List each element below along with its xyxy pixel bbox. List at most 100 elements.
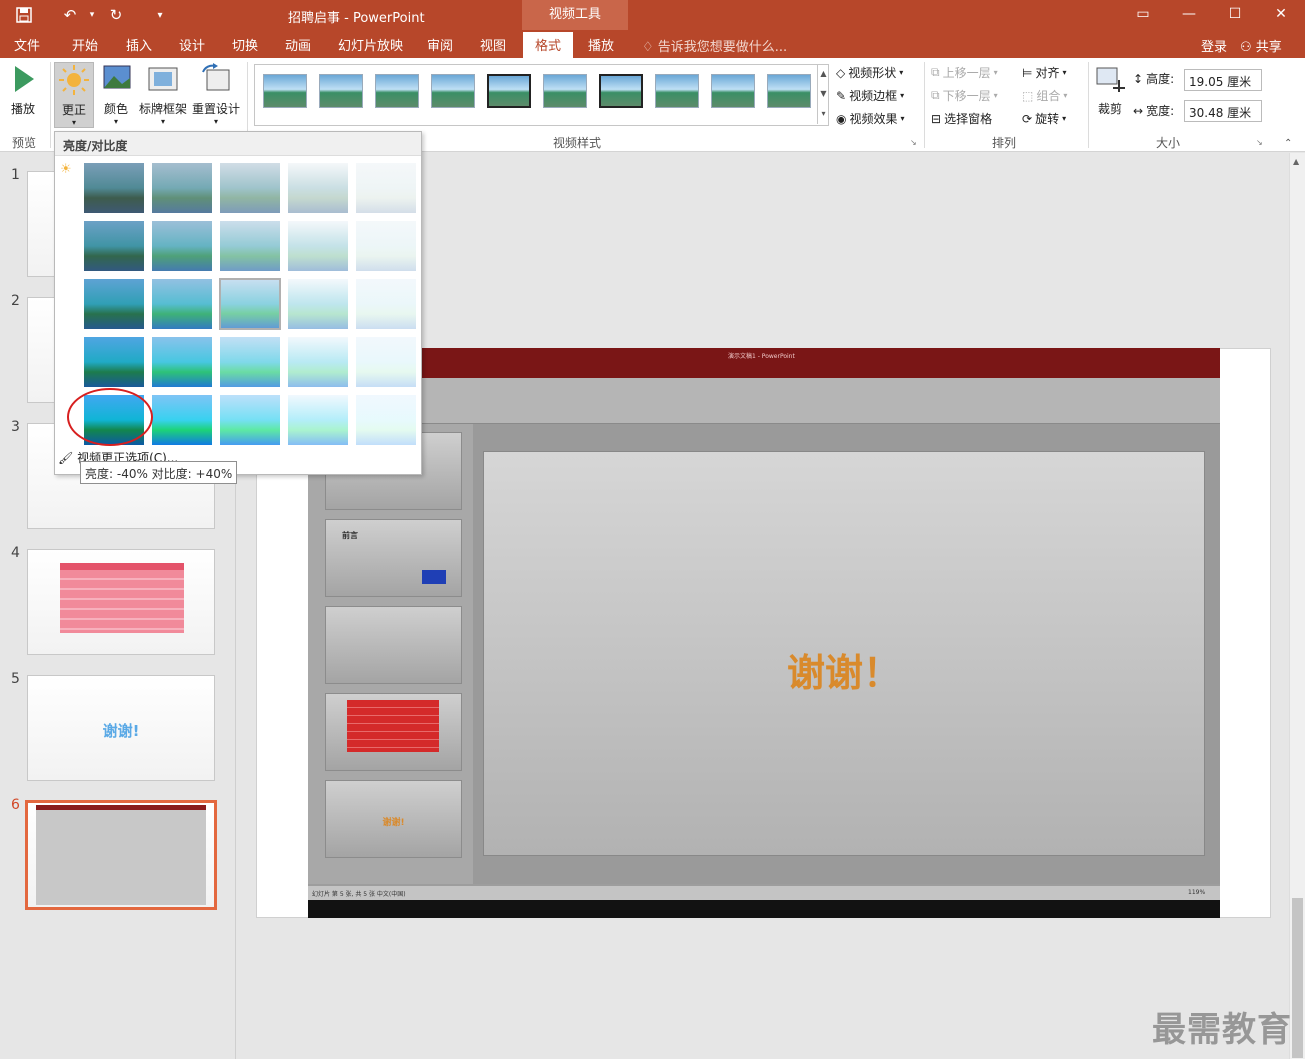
tab-slideshow[interactable]: 幻灯片放映: [338, 35, 403, 54]
correction-preset-thumb[interactable]: [151, 394, 213, 446]
gallery-scroll-down[interactable]: ▼: [817, 84, 829, 104]
chevron-down-icon: ▾: [213, 117, 218, 126]
chevron-down-icon: ▾: [900, 114, 905, 123]
scrollbar-thumb[interactable]: [1292, 898, 1303, 1058]
gallery-more-button[interactable]: ▾: [817, 104, 829, 124]
correction-preset-thumb[interactable]: [287, 394, 349, 446]
video-style-thumb[interactable]: [599, 74, 643, 108]
video-style-thumb[interactable]: [655, 74, 699, 108]
height-spinner[interactable]: 19.05 厘米: [1184, 69, 1262, 91]
correction-preset-thumb[interactable]: [355, 394, 417, 446]
share-button[interactable]: ⚇ 共享: [1240, 36, 1282, 55]
video-style-thumb[interactable]: [319, 74, 363, 108]
close-button[interactable]: ✕: [1258, 0, 1304, 30]
tab-home[interactable]: 开始: [72, 35, 98, 54]
video-status-bar: 幻灯片 第 5 张, 共 5 张 中文(中国) 119%: [308, 886, 1220, 900]
video-styles-dialog-launcher[interactable]: ↘: [910, 138, 917, 147]
scroll-up-icon[interactable]: ▲: [1293, 157, 1299, 166]
video-style-thumb[interactable]: [263, 74, 307, 108]
send-backward-button[interactable]: ⧉ 下移一层 ▾: [931, 87, 998, 104]
minimize-button[interactable]: —: [1166, 0, 1212, 30]
correction-preset-thumb[interactable]: [287, 162, 349, 214]
video-shape-button[interactable]: ◇ 视频形状 ▾: [836, 64, 903, 81]
correction-preset-thumb[interactable]: [287, 220, 349, 272]
gallery-scroll-up[interactable]: ▲: [817, 64, 829, 84]
tab-transitions[interactable]: 切换: [232, 35, 258, 54]
tab-format[interactable]: 格式: [523, 32, 574, 58]
align-button[interactable]: ⊨ 对齐 ▾: [1022, 64, 1066, 81]
correction-preset-thumb[interactable]: [219, 220, 281, 272]
tab-animations[interactable]: 动画: [285, 35, 311, 54]
redo-icon[interactable]: ↻: [104, 4, 128, 26]
video-style-thumb[interactable]: [711, 74, 755, 108]
correction-preset-thumb[interactable]: [219, 162, 281, 214]
video-style-thumb[interactable]: [431, 74, 475, 108]
correction-preset-thumb[interactable]: [83, 162, 145, 214]
pen-border-icon: ✎: [836, 88, 847, 103]
video-style-thumb[interactable]: [487, 74, 531, 108]
corrections-button[interactable]: 更正 ▾: [54, 62, 94, 128]
video-border-button[interactable]: ✎ 视频边框 ▾: [836, 87, 904, 104]
collapse-ribbon-icon[interactable]: ⌃: [1284, 138, 1292, 149]
video-thumb-title: 前言: [342, 531, 358, 540]
save-icon[interactable]: [12, 4, 36, 26]
slide-thumbnail-4[interactable]: [27, 549, 215, 655]
ribbon-display-options-icon[interactable]: ▭: [1120, 0, 1166, 30]
chevron-down-icon: ▾: [1063, 91, 1068, 100]
video-styles-gallery[interactable]: [254, 64, 829, 126]
crop-icon: [1096, 67, 1125, 92]
tab-design[interactable]: 设计: [179, 35, 205, 54]
reset-design-button[interactable]: 重置设计 ▾: [191, 62, 241, 126]
video-style-thumb[interactable]: [543, 74, 587, 108]
vertical-scrollbar[interactable]: ▲: [1289, 153, 1305, 1059]
slide-thumbnail-6[interactable]: [25, 800, 217, 910]
correction-preset-thumb[interactable]: [219, 278, 281, 330]
correction-preset-thumb[interactable]: [151, 336, 213, 388]
maximize-button[interactable]: ☐: [1212, 0, 1258, 30]
slide-thumbnail-5[interactable]: 谢谢!: [27, 675, 215, 781]
rotate-button[interactable]: ⟳ 旋转 ▾: [1022, 110, 1066, 127]
correction-preset-thumb[interactable]: [355, 220, 417, 272]
group-objects-button[interactable]: ⬚ 组合 ▾: [1022, 87, 1067, 104]
tab-playback[interactable]: 播放: [588, 35, 614, 54]
crop-button[interactable]: 裁剪: [1093, 62, 1127, 117]
correction-preset-thumb[interactable]: [151, 278, 213, 330]
customize-qat-icon[interactable]: ▾: [148, 4, 172, 26]
shape-icon: ◇: [836, 65, 846, 80]
video-slide-thumb: [325, 606, 462, 684]
correction-preset-thumb[interactable]: [355, 336, 417, 388]
embedded-video[interactable]: 演示文稿1 - PowerPoint 前言 谢谢! 谢谢！ 幻灯片 第 5 张,…: [308, 348, 1220, 918]
correction-preset-thumb[interactable]: [287, 336, 349, 388]
tell-me-search[interactable]: ♢ 告诉我您想要做什么...: [642, 36, 787, 55]
width-spinner[interactable]: 30.48 厘米: [1184, 100, 1262, 122]
video-style-thumb[interactable]: [375, 74, 419, 108]
video-effects-button[interactable]: ◉ 视频效果 ▾: [836, 110, 905, 127]
tab-insert[interactable]: 插入: [126, 35, 152, 54]
video-slide: 谢谢！: [483, 451, 1205, 856]
tab-file[interactable]: 文件: [14, 35, 40, 54]
correction-preset-thumb[interactable]: [151, 220, 213, 272]
correction-preset-thumb[interactable]: [219, 336, 281, 388]
lightbulb-icon: ♢: [642, 40, 658, 55]
tab-view[interactable]: 视图: [480, 35, 506, 54]
undo-icon[interactable]: ↶: [58, 4, 82, 26]
poster-frame-button[interactable]: 标牌框架 ▾: [137, 62, 189, 126]
correction-preset-thumb[interactable]: [83, 336, 145, 388]
correction-preset-thumb[interactable]: [83, 220, 145, 272]
correction-preset-thumb[interactable]: [355, 162, 417, 214]
tab-review[interactable]: 审阅: [427, 35, 453, 54]
bring-forward-button[interactable]: ⧉ 上移一层 ▾: [931, 64, 998, 81]
color-button[interactable]: 颜色 ▾: [100, 62, 132, 126]
size-dialog-launcher[interactable]: ↘: [1256, 138, 1263, 147]
correction-preset-thumb[interactable]: [83, 278, 145, 330]
selection-pane-button[interactable]: ⊟ 选择窗格: [931, 110, 992, 127]
sign-in-link[interactable]: 登录: [1201, 36, 1227, 55]
correction-preset-thumb[interactable]: [219, 394, 281, 446]
video-style-thumb[interactable]: [767, 74, 811, 108]
undo-dropdown-icon[interactable]: ▾: [80, 4, 104, 26]
correction-preset-thumb[interactable]: [355, 278, 417, 330]
play-button[interactable]: 播放: [6, 62, 40, 117]
slide-number: 2: [11, 293, 20, 309]
correction-preset-thumb[interactable]: [287, 278, 349, 330]
correction-preset-thumb[interactable]: [151, 162, 213, 214]
